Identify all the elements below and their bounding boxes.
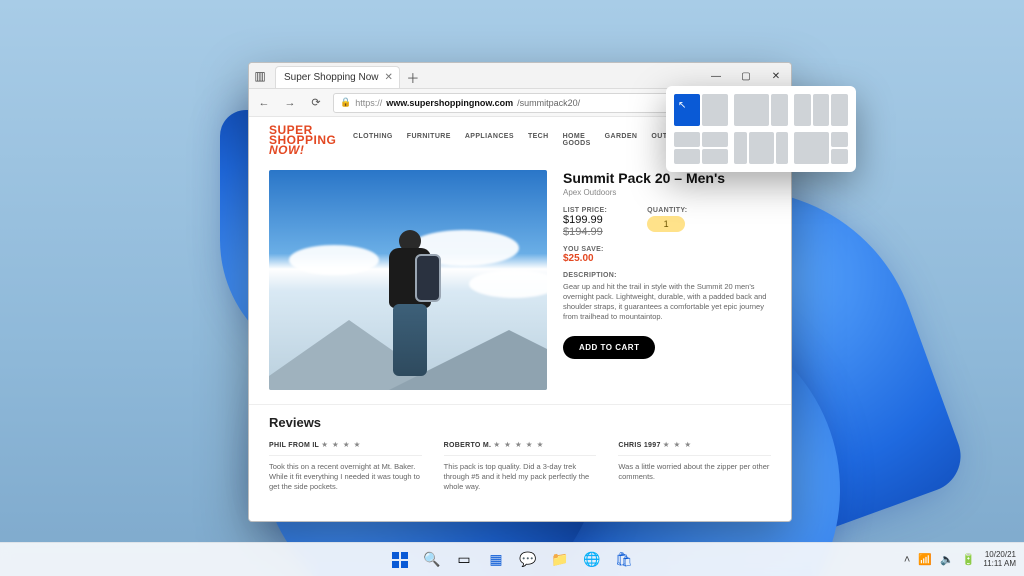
nav-item[interactable]: FURNITURE <box>407 133 451 147</box>
snap-layout-thirds[interactable] <box>794 94 848 126</box>
battery-icon[interactable]: 🔋 <box>962 553 976 566</box>
clock[interactable]: 10/20/21 11:11 AM <box>983 551 1016 569</box>
reviews-heading: Reviews <box>269 415 771 430</box>
snap-zone[interactable] <box>771 94 788 126</box>
speaker-icon[interactable]: 🔈 <box>940 553 954 566</box>
star-rating-icon: ★ ★ ★ <box>663 440 692 449</box>
snap-zone[interactable] <box>674 132 700 147</box>
new-tab-button[interactable]: ＋ <box>402 66 424 88</box>
nav-item[interactable]: GARDEN <box>605 133 638 147</box>
back-button[interactable]: ← <box>255 94 273 112</box>
system-tray[interactable]: ˄ 📶 🔈 🔋 10/20/21 11:11 AM <box>904 551 1016 569</box>
chevron-up-icon[interactable]: ˄ <box>904 554 910 566</box>
edge-icon[interactable]: 🌐 <box>579 547 605 573</box>
nav-item[interactable]: APPLIANCES <box>465 133 514 147</box>
store-logo[interactable]: SUPER SHOPPING NOW <box>269 125 323 156</box>
tab-title: Super Shopping Now <box>284 72 379 83</box>
snap-layout-center[interactable] <box>734 132 788 164</box>
task-view-icon[interactable]: ▭ <box>451 547 477 573</box>
url-host: www.supershoppingnow.com <box>386 98 513 108</box>
nav-item[interactable]: TECH <box>528 133 549 147</box>
quantity-label: QUANTITY: <box>647 207 687 214</box>
review-item: ROBERTO M. ★ ★ ★ ★ ★ This pack is top qu… <box>444 440 597 492</box>
nav-item[interactable]: CLOTHING <box>353 133 393 147</box>
category-nav: CLOTHING FURNITURE APPLIANCES TECH HOME … <box>353 133 690 147</box>
forward-button[interactable]: → <box>281 94 299 112</box>
search-icon[interactable]: 🔍 <box>419 547 445 573</box>
store-icon[interactable]: 🛍 <box>611 547 637 573</box>
list-price: $199.99 <box>563 214 607 226</box>
snap-zone[interactable] <box>831 132 848 147</box>
page-content: SUPER SHOPPING NOW CLOTHING FURNITURE AP… <box>249 117 791 521</box>
snap-zone[interactable] <box>734 94 769 126</box>
wifi-icon[interactable]: 📶 <box>918 553 932 566</box>
browser-tab[interactable]: Super Shopping Now ✕ <box>275 66 400 88</box>
snap-zone[interactable] <box>702 149 728 164</box>
product-description: Gear up and hit the trail in style with … <box>563 282 771 323</box>
snap-layout-quarters[interactable] <box>674 132 728 164</box>
snap-zone[interactable] <box>734 132 747 164</box>
snap-zone[interactable] <box>794 94 811 126</box>
snap-layout-half[interactable]: ↖ <box>674 94 728 126</box>
start-button[interactable] <box>387 547 413 573</box>
snap-zone[interactable] <box>831 149 848 164</box>
quantity-stepper[interactable]: 1 <box>647 216 685 232</box>
chat-icon[interactable]: 💬 <box>515 547 541 573</box>
snap-zone-selected[interactable]: ↖ <box>674 94 700 126</box>
snap-zone[interactable] <box>813 94 830 126</box>
orig-price: $194.99 <box>563 226 607 238</box>
file-explorer-icon[interactable]: 📁 <box>547 547 573 573</box>
nav-item[interactable]: HOME GOODS <box>563 133 591 147</box>
list-price-label: LIST PRICE: <box>563 207 607 214</box>
snap-layout-left-stack[interactable] <box>794 132 848 164</box>
you-save-value: $25.00 <box>563 253 771 264</box>
review-item: CHRIS 1997 ★ ★ ★ Was a little worried ab… <box>618 440 771 492</box>
app-icon: ▥ <box>249 63 271 89</box>
snap-zone[interactable] <box>674 149 700 164</box>
add-to-cart-button[interactable]: ADD TO CART <box>563 336 655 359</box>
review-item: PHIL FROM IL ★ ★ ★ ★ Took this on a rece… <box>269 440 422 492</box>
tray-time: 11:11 AM <box>983 560 1016 569</box>
snap-zone[interactable] <box>794 132 829 164</box>
star-rating-icon: ★ ★ ★ ★ <box>321 440 361 449</box>
tab-close-icon[interactable]: ✕ <box>385 72 393 83</box>
snap-layouts-flyout: ↖ <box>666 86 856 172</box>
snap-zone[interactable] <box>831 94 848 126</box>
cursor-icon: ↖ <box>678 100 686 111</box>
snap-zone[interactable] <box>702 94 728 126</box>
url-path: /summitpack20/ <box>517 98 580 108</box>
lock-icon: 🔒 <box>340 97 351 108</box>
product-brand: Apex Outdoors <box>563 188 771 197</box>
star-rating-icon: ★ ★ ★ ★ ★ <box>493 440 544 449</box>
you-save-label: YOU SAVE: <box>563 246 771 253</box>
description-label: DESCRIPTION: <box>563 272 771 279</box>
widgets-icon[interactable]: ▦ <box>483 547 509 573</box>
snap-layout-7030[interactable] <box>734 94 788 126</box>
snap-zone[interactable] <box>776 132 789 164</box>
snap-zone[interactable] <box>702 132 728 147</box>
product-image <box>269 170 547 390</box>
refresh-button[interactable]: ⟳ <box>307 94 325 112</box>
url-protocol: https:// <box>355 98 382 108</box>
snap-zone[interactable] <box>749 132 774 164</box>
taskbar: 🔍 ▭ ▦ 💬 📁 🌐 🛍 ˄ 📶 🔈 🔋 10/20/21 11:11 AM <box>0 542 1024 576</box>
